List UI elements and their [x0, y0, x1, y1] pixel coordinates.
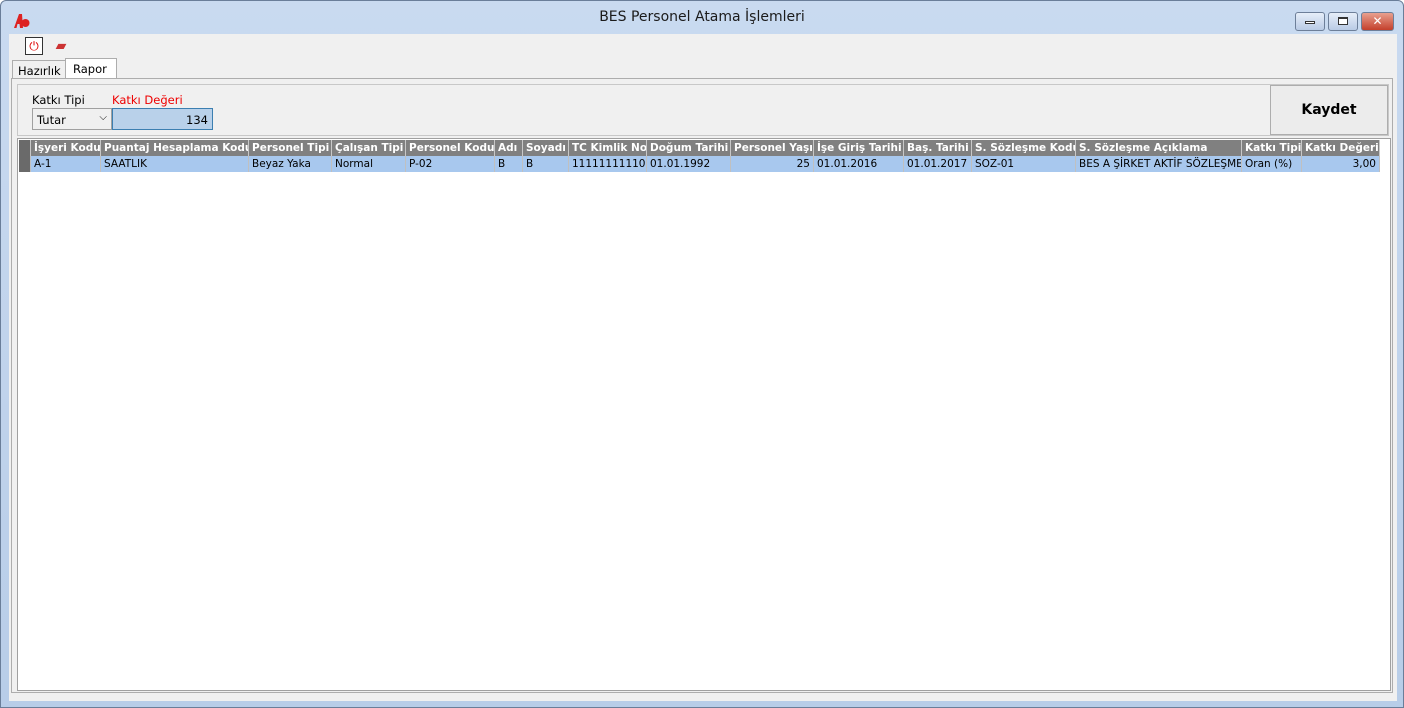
table-cell[interactable]: 11111111110	[569, 156, 647, 172]
table-cell[interactable]: 25	[731, 156, 814, 172]
filter-group: Katkı Tipi Katkı Değeri Tutar ⌵ 134 Kayde…	[17, 84, 1389, 136]
katki-tipi-value: Tutar	[37, 113, 66, 127]
table-cell[interactable]: P-02	[406, 156, 495, 172]
katki-degeri-input[interactable]: 134	[112, 108, 213, 130]
table-cell[interactable]: A-1	[31, 156, 101, 172]
table-cell[interactable]: 01.01.1992	[647, 156, 731, 172]
katki-tipi-label: Katkı Tipi	[32, 93, 85, 107]
kaydet-button[interactable]: Kaydet	[1270, 85, 1388, 135]
close-button[interactable]: ✕	[1361, 12, 1394, 31]
eraser-icon[interactable]: ▰	[52, 37, 70, 55]
table-cell[interactable]: 3,00	[1302, 156, 1380, 172]
client-area: ⏻ ▰ Hazırlık Rapor Katkı Tipi Katkı Değe…	[9, 34, 1397, 701]
column-header[interactable]: İşyeri Kodu	[31, 140, 101, 156]
tab-rapor[interactable]: Rapor	[65, 58, 117, 80]
table-cell[interactable]: 01.01.2016	[814, 156, 904, 172]
column-header[interactable]: Personel Tipi	[249, 140, 332, 156]
column-header[interactable]: TC Kimlik No	[569, 140, 647, 156]
window: BES Personel Atama İşlemleri ✕ ⏻ ▰ Hazır…	[0, 0, 1404, 708]
table-cell[interactable]: BES A ŞİRKET AKTİF SÖZLEŞME	[1076, 156, 1242, 172]
katki-tipi-select[interactable]: Tutar ⌵	[32, 108, 112, 130]
column-header[interactable]: S. Sözleşme Kodu	[972, 140, 1076, 156]
chevron-down-icon: ⌵	[99, 112, 107, 123]
column-header[interactable]: Doğum Tarihi	[647, 140, 731, 156]
table-row[interactable]: A-1 SAATLIK Beyaz Yaka Normal P-02 B B 11111111…	[19, 156, 1380, 172]
table-cell[interactable]: B	[523, 156, 569, 172]
power-icon[interactable]: ⏻	[25, 37, 43, 55]
column-header[interactable]: Adı	[495, 140, 523, 156]
minimize-button[interactable]	[1295, 12, 1325, 31]
column-header[interactable]: Katkı Değeri	[1302, 140, 1380, 156]
column-header[interactable]: Katkı Tipi	[1242, 140, 1302, 156]
column-header[interactable]: Personel Yaşı	[731, 140, 814, 156]
rapor-panel: Katkı Tipi Katkı Değeri Tutar ⌵ 134 Kayde…	[11, 78, 1393, 693]
column-header[interactable]: Personel Kodu	[406, 140, 495, 156]
table-cell[interactable]: SAATLIK	[101, 156, 249, 172]
table-cell[interactable]: Beyaz Yaka	[249, 156, 332, 172]
table-cell[interactable]: Normal	[332, 156, 406, 172]
katki-degeri-label: Katkı Değeri	[112, 93, 183, 107]
table-cell[interactable]: 01.01.2017	[904, 156, 972, 172]
personnel-grid[interactable]: İşyeri Kodu Puantaj Hesaplama Kodu Persone…	[17, 138, 1391, 691]
table-cell[interactable]: Oran (%)	[1242, 156, 1302, 172]
row-indicator[interactable]	[19, 156, 31, 172]
column-header[interactable]: Çalışan Tipi	[332, 140, 406, 156]
tab-hazirlik[interactable]: Hazırlık	[12, 60, 67, 79]
column-header[interactable]: İşe Giriş Tarihi	[814, 140, 904, 156]
window-title: BES Personel Atama İşlemleri	[599, 9, 805, 25]
table-cell[interactable]: B	[495, 156, 523, 172]
grid-header: İşyeri Kodu Puantaj Hesaplama Kodu Persone…	[19, 140, 1380, 156]
maximize-button[interactable]	[1328, 12, 1358, 31]
column-header[interactable]: S. Sözleşme Açıklama	[1076, 140, 1242, 156]
table-cell[interactable]: SOZ-01	[972, 156, 1076, 172]
column-header[interactable]: Soyadı	[523, 140, 569, 156]
column-header[interactable]: Baş. Tarihi	[904, 140, 972, 156]
row-indicator[interactable]	[19, 140, 31, 156]
column-header[interactable]: Puantaj Hesaplama Kodu	[101, 140, 249, 156]
